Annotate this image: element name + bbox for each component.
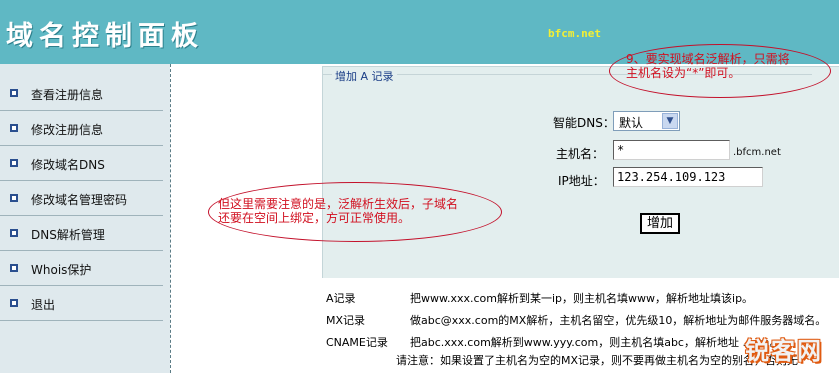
- sidebar-item-label: DNS解析管理: [31, 228, 105, 242]
- bullet-icon: [10, 229, 18, 237]
- sidebar-item-edit-password[interactable]: 修改域名管理密码: [0, 181, 163, 216]
- sidebar-item-edit-registration[interactable]: 修改注册信息: [0, 111, 163, 146]
- chevron-down-icon[interactable]: ▼: [662, 113, 678, 129]
- annotation-middle-line1: 但这里需要注意的是，泛解析生效后，子域名: [218, 197, 459, 211]
- sidebar-item-label: 退出: [31, 298, 56, 312]
- help-text: 把www.xxx.com解析到某一ip，则主机名填www，解析地址填该ip。: [410, 292, 754, 305]
- watermark-text: 锐客网: [745, 337, 823, 365]
- bullet-icon: [10, 299, 18, 307]
- sidebar-item-label: 修改注册信息: [31, 123, 104, 137]
- bullet-icon: [10, 264, 18, 272]
- help-note: 请注意：如果设置了主机名为空的MX记录，则不要再做主机名为空的别名，否则无: [396, 354, 799, 367]
- page-title: 域名控制面板: [6, 21, 204, 52]
- annotation-middle-line2: 还要在空间上绑定，方可正常使用。: [218, 211, 411, 225]
- dns-select-value: 默认: [619, 116, 644, 130]
- header-domain: bfcm.net: [548, 27, 601, 40]
- dns-label: 智能DNS：: [553, 116, 615, 130]
- sidebar: 查看注册信息 修改注册信息 修改域名DNS 修改域名管理密码 DNS解析管理 W…: [0, 64, 170, 373]
- sidebar-item-label: 修改域名DNS: [31, 158, 105, 172]
- bullet-icon: [10, 194, 18, 202]
- host-input[interactable]: *: [613, 140, 730, 160]
- bullet-icon: [10, 159, 18, 167]
- sidebar-item-view-registration[interactable]: 查看注册信息: [0, 76, 163, 111]
- sidebar-item-edit-dns[interactable]: 修改域名DNS: [0, 146, 163, 181]
- host-suffix: .bfcm.net: [733, 147, 781, 158]
- sidebar-item-label: 查看注册信息: [31, 88, 104, 102]
- bullet-icon: [10, 89, 18, 97]
- sidebar-item-dns-management[interactable]: DNS解析管理: [0, 216, 163, 251]
- sidebar-item-logout[interactable]: 退出: [0, 286, 163, 321]
- help-key: MX记录: [326, 314, 366, 327]
- watermark-logo: 锐客网: [740, 326, 839, 373]
- ip-input[interactable]: 123.254.109.123: [613, 167, 763, 187]
- sidebar-item-whois-protection[interactable]: Whois保护: [0, 251, 163, 286]
- ip-label: IP地址：: [558, 174, 605, 188]
- sidebar-item-label: 修改域名管理密码: [31, 193, 128, 207]
- annotation-top-line2: 主机名设为“*”即可。: [626, 66, 741, 80]
- sidebar-item-label: Whois保护: [31, 263, 92, 277]
- add-button[interactable]: 增加: [640, 213, 680, 234]
- help-text: 把abc.xxx.com解析到www.yyy.com，则主机名填abc，解析地址…: [410, 336, 781, 349]
- help-key: A记录: [326, 292, 356, 305]
- dns-select[interactable]: 默认 ▼: [613, 111, 680, 131]
- host-label: 主机名：: [556, 147, 605, 161]
- annotation-top-line1: 9、要实现域名泛解析，只需将: [626, 52, 790, 66]
- bullet-icon: [10, 124, 18, 132]
- form-legend: 增加 A 记录: [332, 68, 397, 84]
- help-key: CNAME记录: [326, 336, 388, 349]
